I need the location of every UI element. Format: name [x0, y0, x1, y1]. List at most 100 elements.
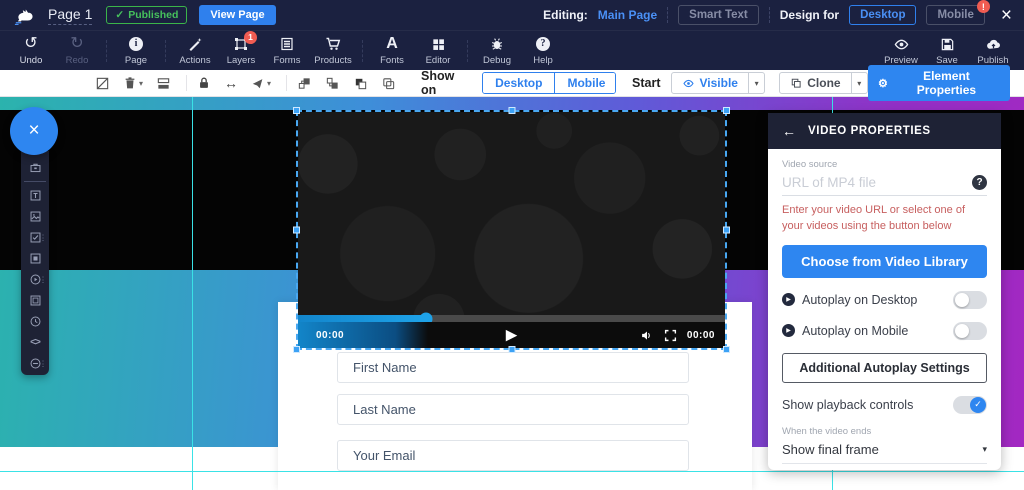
play-icon[interactable]: ▶	[506, 326, 518, 344]
actions-button[interactable]: Actions	[172, 36, 218, 66]
layers-button[interactable]: Layers 1	[218, 36, 264, 66]
page-title[interactable]: Page 1	[48, 6, 92, 25]
countdown-element-icon[interactable]	[21, 311, 49, 332]
preview-button[interactable]: Preview	[878, 36, 924, 66]
clear-style-icon[interactable]	[95, 74, 110, 92]
additional-autoplay-settings-button[interactable]: Additional Autoplay Settings	[782, 353, 987, 383]
resize-handle-n[interactable]	[508, 107, 515, 114]
video-url-input[interactable]	[782, 175, 972, 190]
layout-rows-icon[interactable]	[156, 74, 171, 92]
resize-handle-w[interactable]	[293, 227, 300, 234]
debug-button[interactable]: Debug	[474, 36, 520, 66]
volume-icon[interactable]	[640, 329, 654, 342]
smart-text-button[interactable]: Smart Text	[678, 5, 759, 25]
video-poster[interactable]: 00:00 ▶ 00:00	[298, 112, 725, 348]
eye-icon	[682, 78, 695, 89]
help-icon[interactable]: ?	[972, 175, 987, 190]
panel-header: ← VIDEO PROPERTIES	[768, 113, 1001, 149]
fullscreen-icon[interactable]	[664, 329, 677, 342]
form-element-icon[interactable]: ⋮	[21, 227, 49, 248]
divider	[769, 7, 770, 23]
show-on-mobile-button[interactable]: Mobile	[554, 73, 616, 93]
design-desktop-button[interactable]: Desktop	[849, 5, 916, 25]
video-url-row: ?	[782, 175, 987, 196]
resize-handle-se[interactable]	[723, 346, 730, 353]
position-icon[interactable]: ▾	[251, 74, 271, 92]
products-button[interactable]: Products	[310, 36, 356, 66]
cart-icon	[325, 36, 341, 53]
video-element-selected[interactable]: 00:00 ▶ 00:00	[296, 110, 727, 350]
resize-handle-ne[interactable]	[723, 107, 730, 114]
video-ends-select[interactable]: Show final frame ▾	[782, 437, 987, 464]
video-progress-bar[interactable]	[298, 315, 725, 322]
visible-caret[interactable]: ▾	[748, 73, 764, 93]
first-name-field[interactable]	[337, 352, 689, 383]
menu-bar: ↺ Undo ↻ Redo i Page Actions Layers 1 Fo…	[0, 30, 1024, 70]
close-icon[interactable]: ×	[1001, 6, 1012, 25]
button-element-icon[interactable]	[21, 248, 49, 269]
help-button[interactable]: ? Help	[520, 36, 566, 66]
when-video-ends-label: When the video ends	[782, 426, 987, 437]
view-page-button[interactable]: View Page	[199, 5, 275, 25]
fonts-button[interactable]: A Fonts	[369, 36, 415, 66]
editor-button[interactable]: Editor	[415, 36, 461, 66]
page-builder: Page 1 ✓Published View Page Editing: Mai…	[0, 0, 1024, 490]
last-name-field[interactable]	[337, 394, 689, 425]
bug-icon	[489, 36, 505, 53]
divider-element-icon[interactable]: ⋮	[21, 353, 49, 374]
resize-handle-nw[interactable]	[293, 107, 300, 114]
code-element-icon[interactable]: <>	[21, 332, 49, 353]
resize-handle-s[interactable]	[508, 346, 515, 353]
editor-canvas[interactable]: 00:00 ▶ 00:00 ×	[0, 97, 1024, 490]
page-settings-button[interactable]: i Page	[113, 36, 159, 66]
clone-caret[interactable]: ▾	[851, 73, 867, 93]
publish-button[interactable]: Publish	[970, 36, 1016, 66]
show-playback-toggle[interactable]: ✓	[953, 396, 987, 414]
show-on-desktop-button[interactable]: Desktop	[483, 73, 554, 93]
box-element-icon[interactable]	[21, 290, 49, 311]
delete-icon[interactable]: ▾	[123, 74, 143, 92]
element-properties-button[interactable]: ⚙ Element Properties	[868, 65, 1010, 101]
text-element-icon[interactable]	[21, 185, 49, 206]
overlap-icon[interactable]	[353, 74, 368, 92]
close-palette-button[interactable]: ×	[10, 107, 58, 155]
chevron-down-icon: ▾	[982, 444, 987, 455]
start-visible-dropdown: Visible ▾	[671, 72, 766, 94]
email-field[interactable]	[337, 440, 689, 471]
duplicate-icon[interactable]	[381, 74, 396, 92]
choose-video-library-button[interactable]: Choose from Video Library	[782, 245, 987, 278]
send-backward-icon[interactable]	[325, 74, 340, 92]
bring-forward-icon[interactable]	[297, 74, 312, 92]
lock-icon[interactable]	[197, 74, 211, 92]
design-mobile-button[interactable]: Mobile!	[926, 5, 984, 25]
autoplay-mobile-toggle[interactable]	[953, 322, 987, 340]
editing-target-link[interactable]: Main Page	[598, 8, 657, 22]
video-element-icon[interactable]: ⋮	[21, 269, 49, 290]
font-icon: A	[386, 36, 398, 53]
divider	[106, 40, 107, 62]
resize-handle-sw[interactable]	[293, 346, 300, 353]
autoplay-desktop-row: ▶ Autoplay on Desktop	[782, 291, 987, 309]
undo-button[interactable]: ↺ Undo	[8, 36, 54, 66]
save-button[interactable]: Save	[924, 36, 970, 66]
forms-button[interactable]: Forms	[264, 36, 310, 66]
autoplay-desktop-toggle[interactable]	[953, 291, 987, 309]
section-icon[interactable]	[21, 157, 49, 178]
back-arrow-icon[interactable]: ←	[782, 123, 796, 139]
autoplay-mobile-row: ▶ Autoplay on Mobile	[782, 322, 987, 340]
wand-icon	[187, 36, 203, 53]
resize-handle-e[interactable]	[723, 227, 730, 234]
divider	[186, 75, 187, 91]
width-arrows-icon[interactable]: ↔	[224, 74, 238, 92]
cloud-upload-icon	[985, 36, 1002, 53]
video-properties-panel: ← VIDEO PROPERTIES Video source ? Enter …	[768, 113, 1001, 470]
redo-button[interactable]: ↻ Redo	[54, 36, 100, 66]
play-circle-icon: ▶	[782, 293, 795, 306]
clone-button[interactable]: Clone	[780, 73, 850, 93]
divider	[362, 40, 363, 62]
question-icon: ?	[536, 36, 550, 53]
visible-button[interactable]: Visible	[672, 73, 748, 93]
image-element-icon[interactable]	[21, 206, 49, 227]
divider	[667, 7, 668, 23]
eye-icon	[893, 36, 910, 53]
